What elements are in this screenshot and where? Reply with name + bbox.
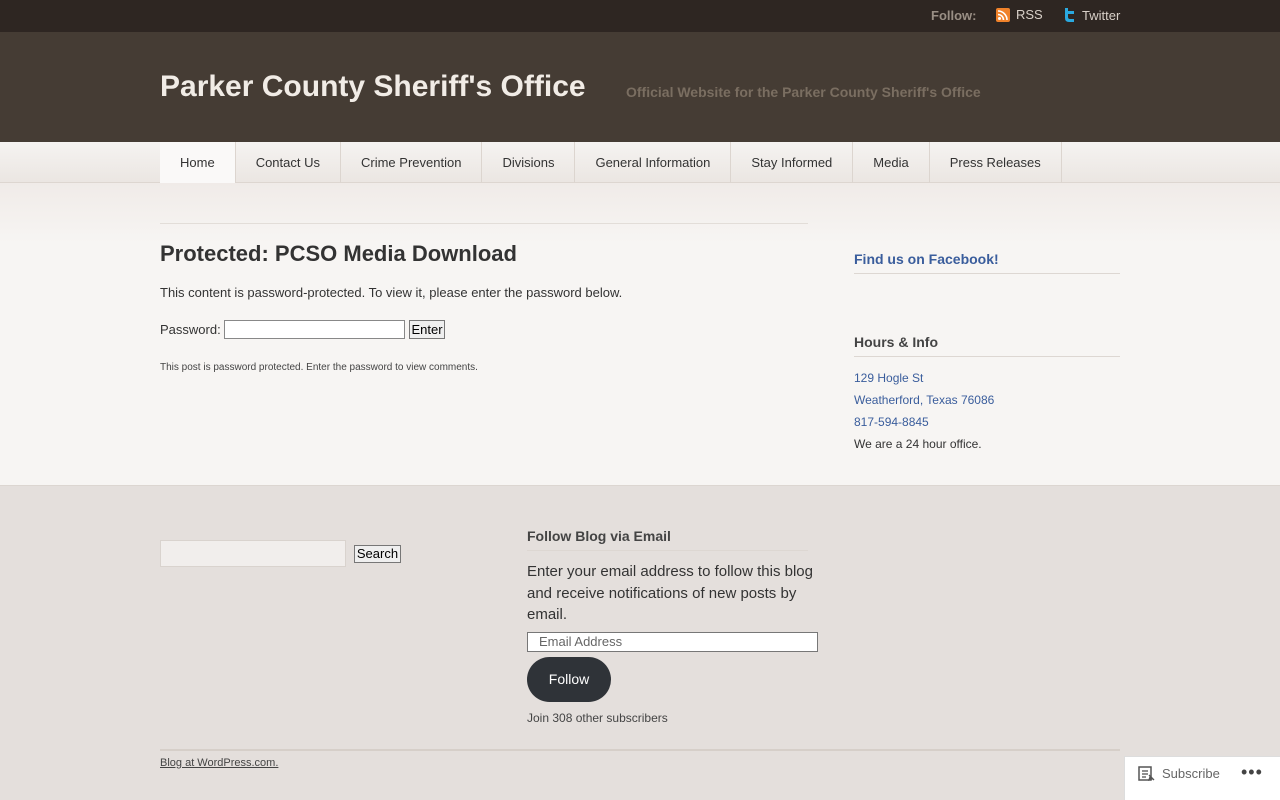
- nav-item-media[interactable]: Media: [853, 142, 930, 183]
- rss-link[interactable]: RSS: [996, 7, 1043, 22]
- wordpress-credit-link[interactable]: Blog at WordPress.com.: [160, 757, 278, 769]
- site-header: Parker County Sheriff's Office Official …: [0, 32, 1280, 142]
- nav-item-stay-informed[interactable]: Stay Informed: [731, 142, 854, 183]
- content-divider: [160, 223, 808, 224]
- footer-divider: [160, 749, 1120, 751]
- rss-label: RSS: [1016, 7, 1043, 22]
- widget-divider: [854, 273, 1120, 274]
- twitter-label: Twitter: [1082, 7, 1121, 23]
- hours-widget-title: Hours & Info: [854, 334, 938, 350]
- nav-item-divisions[interactable]: Divisions: [482, 142, 576, 183]
- top-bar: Follow: RSS Twitter: [0, 0, 1280, 32]
- nav-item-contact-us[interactable]: Contact Us: [236, 142, 341, 183]
- subscribe-bar: Subscribe •••: [1124, 756, 1280, 800]
- email-address-input[interactable]: Email Address: [527, 632, 818, 652]
- subscriber-count: Join 308 other subscribers: [527, 711, 668, 725]
- address-line-2[interactable]: Weatherford, Texas 76086: [854, 393, 994, 407]
- follow-button[interactable]: Follow: [527, 657, 611, 702]
- site-description: Official Website for the Parker County S…: [626, 84, 981, 100]
- search-button[interactable]: Search: [354, 545, 401, 563]
- follow-description: Enter your email address to follow this …: [527, 563, 813, 623]
- nav-item-press-releases[interactable]: Press Releases: [930, 142, 1062, 183]
- password-label: Password:: [160, 322, 221, 337]
- reader-icon[interactable]: [1138, 766, 1156, 782]
- nav-item-home[interactable]: Home: [160, 142, 236, 183]
- protected-message: This content is password-protected. To v…: [160, 285, 623, 300]
- phone-number[interactable]: 817-594-8845: [854, 415, 929, 429]
- address-line-1[interactable]: 129 Hogle St: [854, 371, 923, 385]
- site-title[interactable]: Parker County Sheriff's Office: [160, 70, 586, 104]
- search-input[interactable]: [160, 540, 346, 567]
- main-navigation: Home Contact Us Crime Prevention Divisio…: [0, 142, 1280, 183]
- twitter-link[interactable]: Twitter: [1062, 7, 1120, 23]
- nav-item-crime-prevention[interactable]: Crime Prevention: [341, 142, 483, 183]
- comments-note: This post is password protected. Enter t…: [160, 362, 478, 373]
- enter-button[interactable]: Enter: [409, 320, 445, 339]
- post-title: Protected: PCSO Media Download: [160, 241, 517, 266]
- twitter-icon: [1065, 8, 1074, 22]
- follow-label: Follow:: [931, 8, 977, 23]
- more-options-icon[interactable]: •••: [1241, 762, 1263, 783]
- subscribe-button[interactable]: Subscribe: [1162, 766, 1220, 781]
- widget-divider: [854, 356, 1120, 357]
- rss-icon: [996, 7, 1010, 22]
- follow-blog-title: Follow Blog via Email: [527, 528, 671, 544]
- nav-item-general-information[interactable]: General Information: [575, 142, 732, 183]
- widget-divider: [527, 550, 808, 551]
- password-input[interactable]: [224, 320, 405, 339]
- facebook-widget-title[interactable]: Find us on Facebook!: [854, 251, 999, 267]
- hours-note: We are a 24 hour office.: [854, 437, 982, 451]
